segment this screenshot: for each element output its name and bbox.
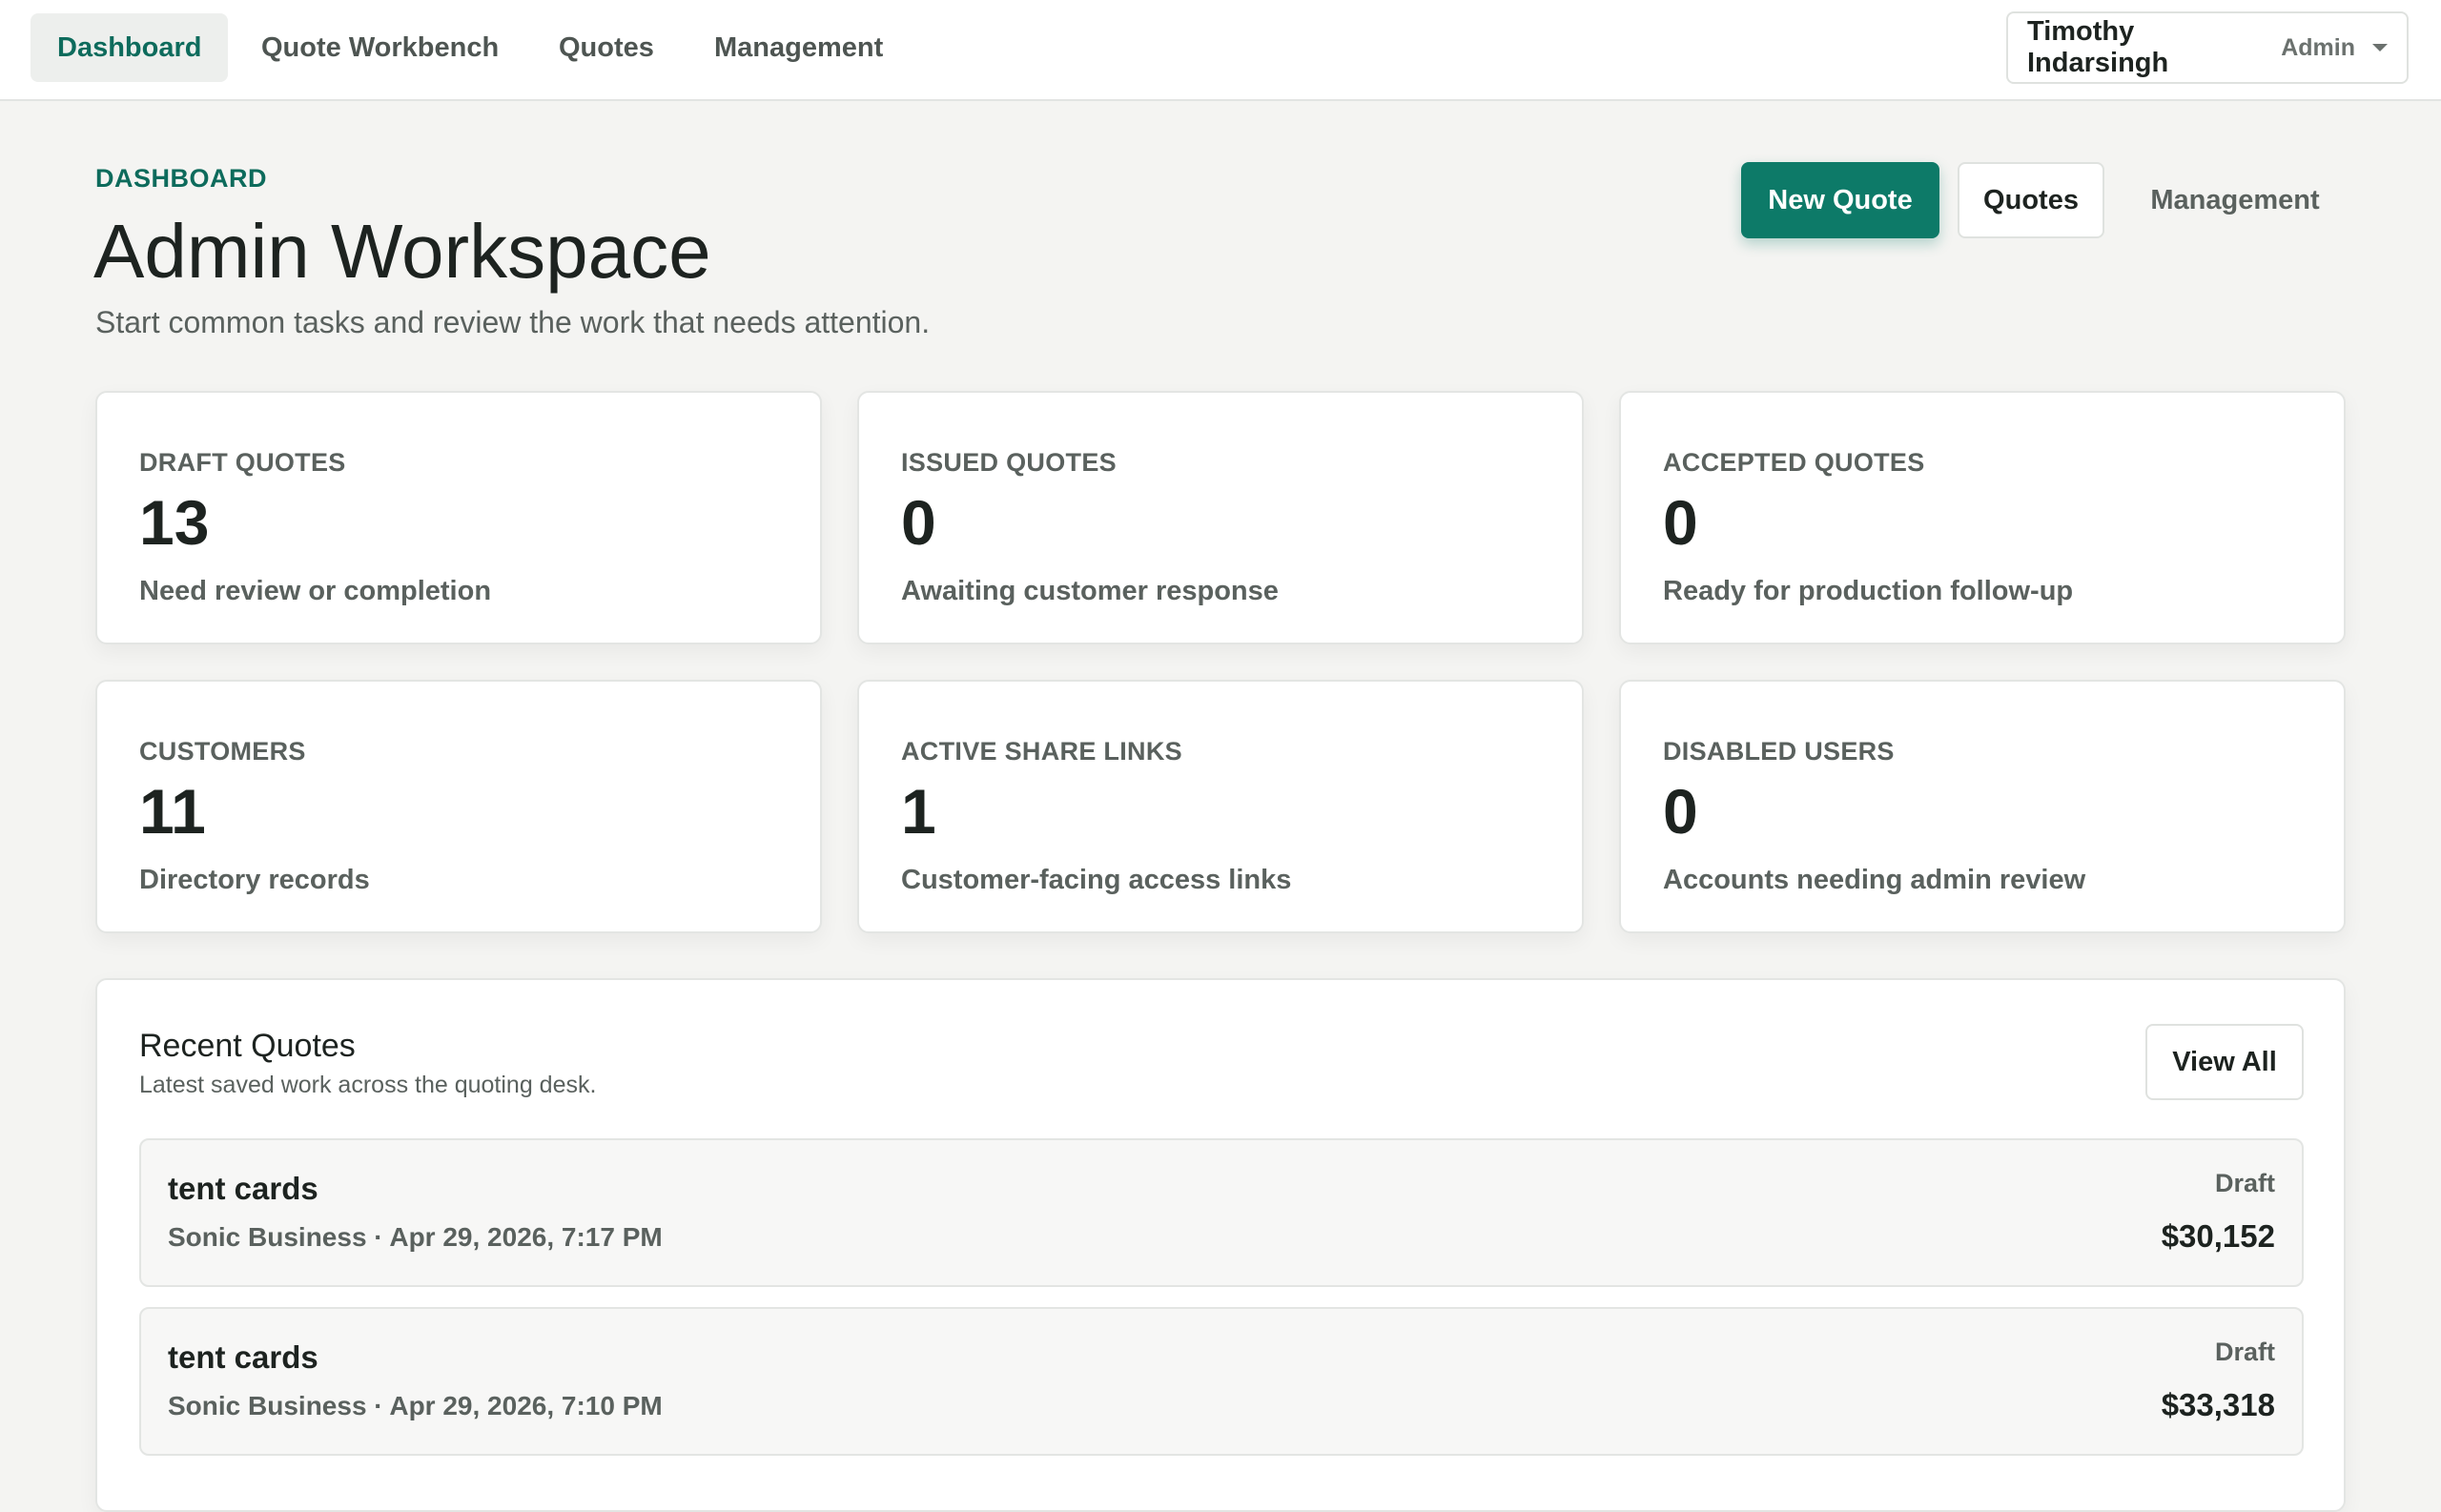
management-button[interactable]: Management <box>2126 162 2344 238</box>
quote-meta: Sonic Business · Apr 29, 2026, 7:10 PM <box>168 1391 663 1420</box>
new-quote-button[interactable]: New Quote <box>1741 162 1939 238</box>
stat-description: Need review or completion <box>139 576 492 606</box>
quote-name: tent cards <box>168 1171 318 1206</box>
nav-tab-quote-workbench[interactable]: Quote Workbench <box>235 13 525 82</box>
quote-status: Draft <box>2214 1169 2275 1197</box>
recent-quotes-subtitle: Latest saved work across the quoting des… <box>139 1072 597 1098</box>
stat-value: 1 <box>901 776 936 847</box>
stat-card-accepted-quotes: ACCEPTED QUOTES 0 Ready for production f… <box>1619 391 2346 644</box>
quote-status: Draft <box>2214 1338 2275 1366</box>
quote-amount: $33,318 <box>2161 1387 2275 1422</box>
stat-value: 0 <box>1663 487 1698 558</box>
stat-description: Awaiting customer response <box>901 576 1279 606</box>
nav-tab-quotes[interactable]: Quotes <box>532 13 681 82</box>
view-all-button[interactable]: View All <box>2145 1024 2304 1100</box>
page-title: Admin Workspace <box>93 209 711 294</box>
stat-label: CUSTOMERS <box>139 737 306 766</box>
nav-tab-dashboard[interactable]: Dashboard <box>31 13 229 82</box>
quote-amount: $30,152 <box>2161 1218 2275 1254</box>
stat-card-disabled-users: DISABLED USERS 0 Accounts needing admin … <box>1619 680 2346 933</box>
stat-label: DISABLED USERS <box>1663 737 1895 766</box>
stat-label: ISSUED QUOTES <box>901 448 1117 477</box>
page-subtitle: Start common tasks and review the work t… <box>95 305 931 339</box>
stat-card-active-share-links: ACTIVE SHARE LINKS 1 Customer-facing acc… <box>857 680 1584 933</box>
stat-card-draft-quotes: DRAFT QUOTES 13 Need review or completio… <box>95 391 822 644</box>
stat-value: 0 <box>901 487 936 558</box>
recent-quotes-title: Recent Quotes <box>139 1028 356 1064</box>
stat-description: Directory records <box>139 865 370 895</box>
quote-meta: Sonic Business · Apr 29, 2026, 7:17 PM <box>168 1222 663 1252</box>
stat-card-customers: CUSTOMERS 11 Directory records <box>95 680 822 933</box>
stat-description: Accounts needing admin review <box>1663 865 2086 895</box>
stat-value: 13 <box>139 487 210 558</box>
stat-description: Customer-facing access links <box>901 865 1292 895</box>
stat-label: DRAFT QUOTES <box>139 448 346 477</box>
quote-name: tent cards <box>168 1339 318 1375</box>
stat-description: Ready for production follow-up <box>1663 576 2074 606</box>
stat-card-issued-quotes: ISSUED QUOTES 0 Awaiting customer respon… <box>857 391 1584 644</box>
user-role: Admin <box>2281 33 2355 61</box>
page-eyebrow: DASHBOARD <box>95 164 267 193</box>
user-name: Timothy Indarsingh <box>2027 16 2169 78</box>
stat-label: ACCEPTED QUOTES <box>1663 448 1925 477</box>
chevron-down-icon <box>2372 44 2388 51</box>
stat-label: ACTIVE SHARE LINKS <box>901 737 1182 766</box>
user-menu[interactable]: Timothy Indarsingh Admin <box>2006 11 2409 84</box>
nav-tab-management[interactable]: Management <box>687 13 910 82</box>
stat-value: 0 <box>1663 776 1698 847</box>
top-navbar: Dashboard Quote Workbench Quotes Managem… <box>0 0 2441 101</box>
quote-list-item[interactable]: tent cards Sonic Business · Apr 29, 2026… <box>139 1307 2304 1456</box>
quote-list-item[interactable]: tent cards Sonic Business · Apr 29, 2026… <box>139 1138 2304 1287</box>
recent-quotes-panel: Recent Quotes Latest saved work across t… <box>95 978 2346 1512</box>
stat-value: 11 <box>139 776 206 847</box>
quotes-button[interactable]: Quotes <box>1958 162 2104 238</box>
